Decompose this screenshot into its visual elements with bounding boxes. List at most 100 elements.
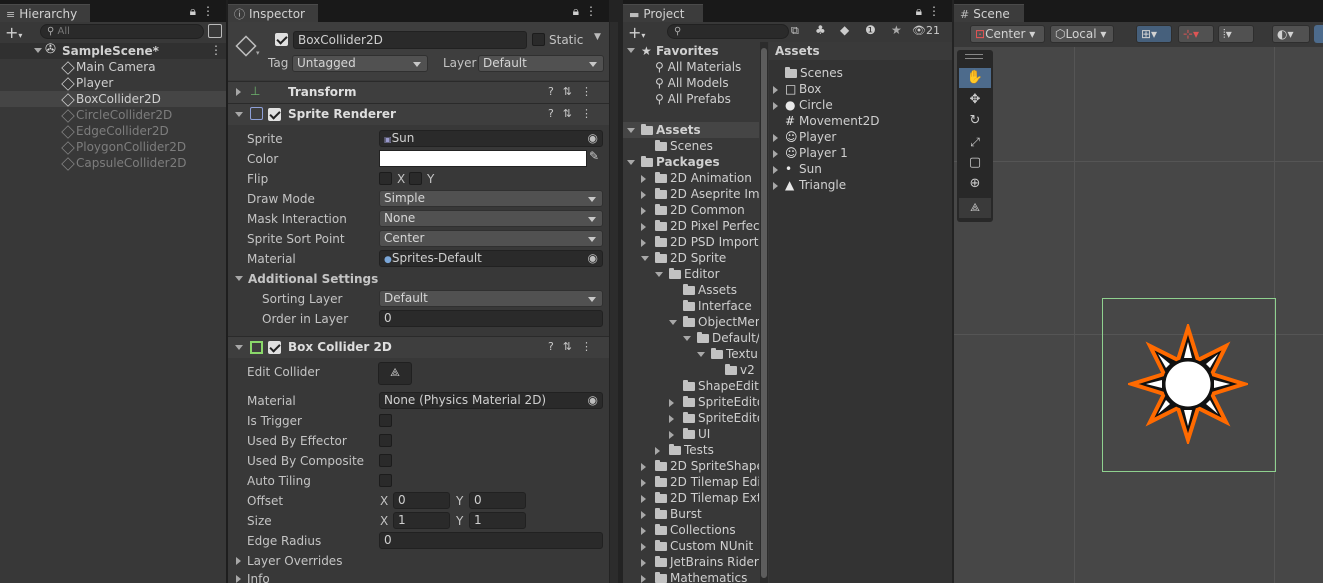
collapse-arrow-icon[interactable] <box>641 175 646 183</box>
collapse-arrow-icon[interactable] <box>641 479 646 487</box>
package-folder[interactable]: JetBrains Rider <box>655 555 759 569</box>
used-by-composite-checkbox[interactable] <box>379 454 392 467</box>
favorites-header[interactable]: ★ Favorites <box>641 44 719 58</box>
expand-arrow-icon[interactable] <box>627 128 635 133</box>
edit-collider-button[interactable]: ⟁ <box>378 362 412 385</box>
list-item[interactable]: PloygonCollider2D <box>0 139 226 155</box>
hidden-packages-icon[interactable]: 👁︎21 <box>912 24 940 37</box>
component-icons[interactable]: ?⇅⋮ <box>548 107 601 120</box>
increment-snap-button[interactable]: ⊹▾ <box>1178 25 1214 43</box>
sprite-field[interactable]: ▣Sun ◉ <box>379 130 603 147</box>
package-folder[interactable]: Mathematics <box>655 571 747 583</box>
grid-snap-button[interactable]: ⊞▾ <box>1136 25 1172 43</box>
collapse-arrow-icon[interactable] <box>641 463 646 471</box>
asset-item[interactable]: # Movement2D <box>785 114 879 128</box>
list-item-selected[interactable]: BoxCollider2D <box>0 91 226 107</box>
scene-extra-button[interactable] <box>1314 25 1323 43</box>
asset-item[interactable]: Scenes <box>785 66 843 80</box>
used-by-effector-checkbox[interactable] <box>379 434 392 447</box>
expand-arrow-icon[interactable] <box>235 112 243 117</box>
layer-overrides-arrow-icon[interactable] <box>236 557 241 565</box>
package-folder[interactable]: 2D Pixel Perfec <box>655 219 759 233</box>
list-item[interactable]: Main Camera <box>0 59 226 75</box>
asset-item[interactable]: ▲ Triangle <box>785 178 846 192</box>
warning-icon[interactable]: ❶ <box>865 23 876 37</box>
static-dropdown-icon[interactable]: ▼ <box>594 32 601 42</box>
sun-sprite[interactable] <box>1128 324 1248 444</box>
sprite-renderer-header[interactable]: Sprite Renderer ?⇅⋮ <box>228 103 609 125</box>
package-folder[interactable]: Interface <box>683 299 752 313</box>
search-options-icon[interactable] <box>208 24 222 38</box>
expand-arrow-icon[interactable] <box>627 48 635 53</box>
expand-arrow-icon[interactable] <box>773 166 778 174</box>
active-checkbox[interactable] <box>275 33 288 46</box>
static-checkbox[interactable] <box>532 33 545 46</box>
object-picker-icon[interactable]: ◉ <box>588 393 598 408</box>
move-tool-icon[interactable]: ✥ <box>959 90 991 110</box>
package-folder[interactable]: 2D PSD Importe <box>655 235 759 249</box>
fav-item[interactable]: ⚲ All Models <box>655 76 729 90</box>
tab-inspector[interactable]: ⓘ Inspector <box>228 4 318 22</box>
project-tab-icons[interactable]: 🔒︎⋮ <box>916 4 946 19</box>
box-collider-header[interactable]: Box Collider 2D ?⇅⋮ <box>228 336 609 358</box>
collider-material-field[interactable]: None (Physics Material 2D) ◉ <box>379 392 603 409</box>
gameobject-large-icon[interactable] <box>235 35 257 57</box>
package-folder[interactable]: 2D Tilemap Edit <box>655 475 759 489</box>
collapse-arrow-icon[interactable] <box>641 239 646 247</box>
info-arrow-icon[interactable] <box>236 575 241 583</box>
package-folder[interactable]: Assets <box>683 283 737 297</box>
expand-arrow-icon[interactable] <box>773 102 778 110</box>
package-folder[interactable]: Editor <box>669 267 720 281</box>
search-options-icon[interactable]: ⧉ <box>791 24 799 38</box>
sprite-sort-point-dropdown[interactable]: Center <box>379 230 603 247</box>
offset-y-field[interactable]: 0 <box>469 492 526 509</box>
scale-tool-icon[interactable]: ⤢ <box>959 132 991 152</box>
hierarchy-tab-icons[interactable]: 🔒︎⋮ <box>190 4 220 19</box>
panel-divider[interactable] <box>952 0 954 583</box>
inspector-scrollbar[interactable] <box>610 22 618 583</box>
list-item[interactable]: CapsuleCollider2D <box>0 155 226 171</box>
collapse-arrow-icon[interactable] <box>236 88 241 96</box>
additional-settings-label[interactable]: Additional Settings <box>248 272 378 286</box>
list-item[interactable]: CircleCollider2D <box>0 107 226 123</box>
scenes-folder[interactable]: Scenes <box>655 139 713 153</box>
ruler-button[interactable]: ⦙▾ <box>1218 25 1254 43</box>
package-folder[interactable]: ObjectMen <box>683 315 759 329</box>
package-folder[interactable]: 2D Sprite <box>655 251 726 265</box>
expand-arrow-icon[interactable] <box>34 48 42 53</box>
package-folder[interactable]: Textu <box>711 347 758 361</box>
component-icons[interactable]: ?⇅⋮ <box>548 340 601 353</box>
material-field[interactable]: ●Sprites-Default ◉ <box>379 250 603 267</box>
scene-viewport[interactable]: ✋ ✥ ↻ ⤢ ▢ ⊕ ⟁ <box>954 47 1323 583</box>
object-picker-icon[interactable]: ◉ <box>588 251 598 266</box>
expand-arrow-icon[interactable] <box>655 272 663 277</box>
info-label[interactable]: Info <box>247 572 270 583</box>
package-folder[interactable]: Collections <box>655 523 736 537</box>
tree-scrollbar[interactable] <box>760 42 768 583</box>
expand-arrow-icon[interactable] <box>773 150 778 158</box>
package-folder[interactable]: 2D Aseprite Imp <box>655 187 759 201</box>
package-folder[interactable]: 2D Common <box>655 203 745 217</box>
collapse-arrow-icon[interactable] <box>641 559 646 567</box>
collapse-arrow-icon[interactable] <box>641 575 646 583</box>
sorting-layer-dropdown[interactable]: Default <box>379 290 603 307</box>
list-item[interactable]: Player <box>0 75 226 91</box>
component-icons[interactable]: ?⇅⋮ <box>548 85 601 98</box>
asset-item[interactable]: • Sun <box>785 162 822 176</box>
hand-tool-icon[interactable]: ✋ <box>959 68 991 88</box>
transform-header[interactable]: ⊥ Transform ?⇅⋮ <box>228 81 609 103</box>
package-folder[interactable]: 2D Tilemap Extr <box>655 491 759 505</box>
is-trigger-checkbox[interactable] <box>379 414 392 427</box>
inspector-tab-icons[interactable]: 🔒︎⋮ <box>573 4 603 19</box>
additional-settings-arrow-icon[interactable] <box>235 276 243 281</box>
collapse-arrow-icon[interactable] <box>641 543 646 551</box>
scene-menu-icon[interactable]: ⋮ <box>210 43 222 57</box>
package-folder[interactable]: 2D SpriteShape <box>655 459 759 473</box>
package-folder[interactable]: UI <box>683 427 710 441</box>
offset-x-field[interactable]: 0 <box>393 492 450 509</box>
package-folder[interactable]: ShapeEdit <box>683 379 759 393</box>
expand-arrow-icon[interactable] <box>773 182 778 190</box>
layer-overrides-label[interactable]: Layer Overrides <box>247 554 342 568</box>
shading-button[interactable]: ◐▾ <box>1272 25 1310 43</box>
expand-arrow-icon[interactable] <box>683 336 691 341</box>
